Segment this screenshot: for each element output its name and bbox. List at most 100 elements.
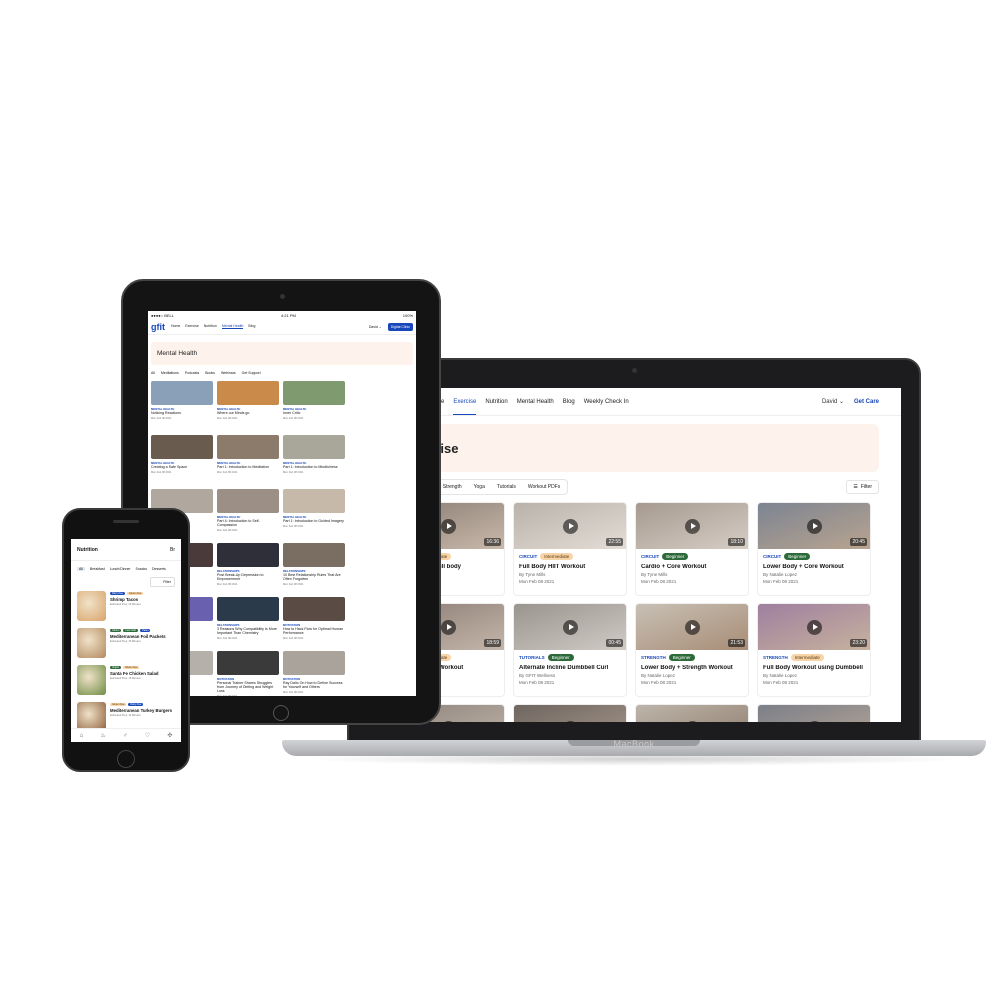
workout-card[interactable]: 22:55 CIRCUIT Intermediate Full Body HIIT W… xyxy=(513,502,627,596)
content-thumbnail[interactable] xyxy=(283,489,345,513)
play-icon[interactable] xyxy=(806,619,822,635)
phone-tab-breakfast[interactable]: Breakfast xyxy=(90,567,105,571)
tablet-tab-all[interactable]: All xyxy=(151,371,155,375)
workout-card[interactable]: 18:10 CIRCUIT Beginner Cardio + Core Workou… xyxy=(635,502,749,596)
tablet-tab-get-support[interactable]: Get Support xyxy=(242,371,261,375)
user-menu[interactable]: David ⌄ xyxy=(822,398,844,405)
play-icon[interactable] xyxy=(440,619,456,635)
phone-tab-snacks[interactable]: Snacks xyxy=(136,567,147,571)
nutrition-icon[interactable]: ♨ xyxy=(100,732,105,739)
content-card[interactable]: MOTIVATION How to Hack Flow for Optimal H… xyxy=(283,597,345,647)
tablet-nav-nutrition[interactable]: Nutrition xyxy=(204,324,217,329)
content-card[interactable]: MENTAL HEALTH Part 1: Introduction to Min… xyxy=(283,435,345,485)
content-card[interactable]: RELATIONSHIPS Post Break-Up Depression to… xyxy=(217,543,279,593)
workout-thumbnail[interactable]: 22:55 xyxy=(514,503,626,549)
filter-button[interactable]: ☰ Filter xyxy=(846,480,879,494)
nav-nutrition[interactable]: Nutrition xyxy=(485,389,507,415)
tablet-user-menu[interactable]: David ⌄ xyxy=(369,325,382,329)
workout-thumbnail[interactable]: 20:45 xyxy=(758,503,870,549)
content-thumbnail[interactable] xyxy=(151,435,213,459)
content-thumbnail[interactable] xyxy=(217,543,279,567)
phone-tab-desserts[interactable]: Desserts xyxy=(152,567,166,571)
nav-mental-health[interactable]: Mental Health xyxy=(517,389,554,415)
nav-weekly-check-in[interactable]: Weekly Check In xyxy=(584,389,629,415)
workout-card[interactable]: 23:20 STRENGTH Intermediate Full Body Worko… xyxy=(757,603,871,697)
tablet-gfit-logo[interactable]: gfit xyxy=(151,322,165,332)
phone-filter-button[interactable]: Filter xyxy=(150,577,175,587)
content-thumbnail[interactable] xyxy=(283,597,345,621)
content-thumbnail[interactable] xyxy=(217,489,279,513)
content-card[interactable]: MENTAL HEALTH Part 4: Introduction to Sel… xyxy=(217,489,279,539)
filter-chip-yoga[interactable]: Yoga xyxy=(469,482,490,492)
play-icon[interactable] xyxy=(562,619,578,635)
content-card[interactable]: MOTIVATION Personal Trainer Shares Strugg… xyxy=(217,651,279,696)
digital-clinic-button[interactable]: Digital Clinic xyxy=(387,322,413,331)
workout-thumbnail[interactable]: 23:20 xyxy=(758,604,870,650)
content-thumbnail[interactable] xyxy=(217,381,279,405)
content-thumbnail[interactable] xyxy=(283,435,345,459)
content-card[interactable]: MENTAL HEALTH Where our Minds go Mon Feb 0… xyxy=(217,381,279,431)
content-thumbnail[interactable] xyxy=(283,651,345,675)
phone-home-button[interactable] xyxy=(117,750,135,768)
content-card[interactable]: RELATIONSHIPS 3 Reasons Why Compatibility… xyxy=(217,597,279,647)
tablet-nav-blog[interactable]: Blog xyxy=(248,324,255,329)
workout-thumbnail[interactable]: 21:53 xyxy=(636,604,748,650)
play-icon[interactable] xyxy=(440,720,456,722)
play-icon[interactable] xyxy=(440,518,456,534)
workout-card[interactable]: 20:45 CIRCUIT Beginner Lower Body + Core Wo… xyxy=(757,502,871,596)
tablet-tab-meditations[interactable]: Meditations xyxy=(161,371,179,375)
filter-chip-workout-pdfs[interactable]: Workout PDFs xyxy=(523,482,565,492)
workout-card[interactable]: 21:53 STRENGTH Beginner Lower Body + Streng… xyxy=(635,603,749,697)
get-care-link[interactable]: Get Care xyxy=(854,399,879,405)
workout-card[interactable] xyxy=(635,704,749,722)
content-card[interactable]: MENTAL HEALTH Creating a Safe Space Mon Fe… xyxy=(151,435,213,485)
phone-tab-all[interactable]: All xyxy=(77,567,85,571)
tablet-tab-podcasts[interactable]: Podcasts xyxy=(185,371,199,375)
recipe-image[interactable] xyxy=(77,591,106,621)
tablet-tab-webinars[interactable]: Webinars xyxy=(221,371,236,375)
content-thumbnail[interactable] xyxy=(217,597,279,621)
nav-blog[interactable]: Blog xyxy=(563,389,575,415)
workout-thumbnail[interactable]: 18:10 xyxy=(636,503,748,549)
content-card[interactable]: MENTAL HEALTH Noticing Reactions Mon Feb 0… xyxy=(151,381,213,431)
content-card[interactable]: RELATIONSHIPS 10 Best Relationship Rules … xyxy=(283,543,345,593)
tablet-nav-home[interactable]: Home xyxy=(171,324,180,329)
play-icon[interactable] xyxy=(684,720,700,722)
recipe-item[interactable]: Dairy-free Gluten free Shrimp Tacos Estimat… xyxy=(77,591,175,626)
content-card[interactable]: MENTAL HEALTH Part 1: Introduction to Gui… xyxy=(283,489,345,539)
filter-chip-strength[interactable]: Strength xyxy=(438,482,467,492)
content-thumbnail[interactable] xyxy=(217,651,279,675)
content-card[interactable]: MENTAL HEALTH Part 1: Introduction to Med… xyxy=(217,435,279,485)
recipe-item[interactable]: Vegan Gluten free Santa Fe Chicken Salad Es… xyxy=(77,665,175,700)
content-thumbnail[interactable] xyxy=(151,381,213,405)
play-icon[interactable] xyxy=(684,619,700,635)
content-thumbnail[interactable] xyxy=(283,543,345,567)
workout-card[interactable] xyxy=(513,704,627,722)
mental-health-icon[interactable]: ♡ xyxy=(145,732,150,739)
content-thumbnail[interactable] xyxy=(217,435,279,459)
play-icon[interactable] xyxy=(806,518,822,534)
tablet-nav-mental-health[interactable]: Mental Health xyxy=(221,324,244,329)
play-icon[interactable] xyxy=(562,720,578,722)
tablet-nav-exercise[interactable]: Exercise xyxy=(185,324,198,329)
workout-card[interactable] xyxy=(757,704,871,722)
nav-exercise[interactable]: Exercise xyxy=(453,389,477,415)
workout-thumbnail[interactable] xyxy=(636,705,748,722)
play-icon[interactable] xyxy=(806,720,822,722)
tablet-home-button[interactable] xyxy=(273,705,289,721)
play-icon[interactable] xyxy=(562,518,578,534)
tablet-tab-books[interactable]: Books xyxy=(205,371,215,375)
workout-thumbnail[interactable] xyxy=(758,705,870,722)
filter-chip-tutorials[interactable]: Tutorials xyxy=(492,482,521,492)
workout-thumbnail[interactable]: 00:45 xyxy=(514,604,626,650)
content-thumbnail[interactable] xyxy=(283,381,345,405)
recipe-image[interactable] xyxy=(77,665,106,695)
recipe-item[interactable]: Gluten Low Carb Paleo Mediterranean Foil Pa… xyxy=(77,628,175,663)
play-icon[interactable] xyxy=(684,518,700,534)
recipe-image[interactable] xyxy=(77,628,106,658)
content-card[interactable]: MOTIVATION Ray Dalio On How to Define Suc… xyxy=(283,651,345,696)
workout-card[interactable]: 00:45 TUTORIALS Beginner Alternate Incline … xyxy=(513,603,627,697)
phone-tab-lunch-dinner[interactable]: Lunch/Dinner xyxy=(110,567,131,571)
home-icon[interactable]: ⌂ xyxy=(80,733,84,739)
exercise-icon[interactable]: ♂ xyxy=(123,733,128,739)
